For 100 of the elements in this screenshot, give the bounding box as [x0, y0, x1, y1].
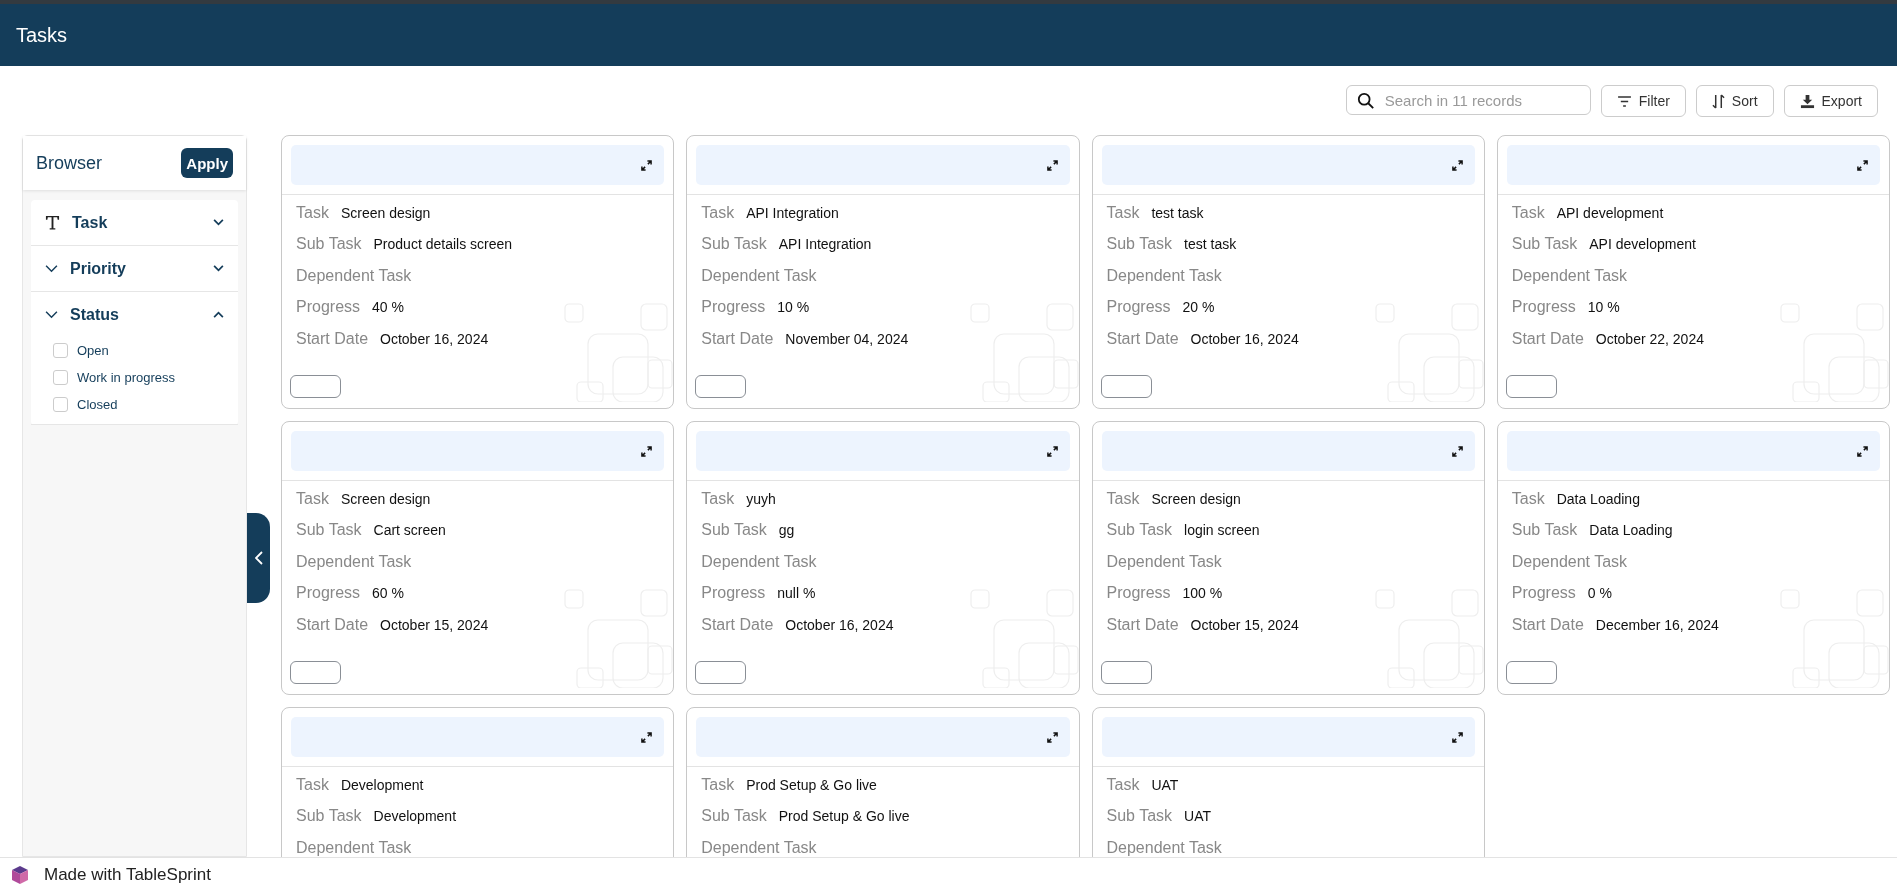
field-label: Dependent Task: [296, 552, 412, 571]
field-value: yuyh: [746, 490, 776, 507]
field-label: Dependent Task: [1106, 266, 1222, 285]
collapse-panel-button[interactable]: [247, 513, 270, 603]
field-label: Dependent Task: [1106, 838, 1222, 857]
field-label: Sub Task: [1106, 235, 1173, 254]
field-label: Start Date: [1106, 329, 1179, 348]
field-value: October 15, 2024: [380, 616, 489, 633]
expand-icon[interactable]: [1451, 159, 1463, 171]
field-value: 10 %: [1587, 299, 1620, 316]
field-value: gg: [778, 522, 795, 539]
checkbox[interactable]: [53, 370, 68, 385]
panel-title: Browser: [36, 152, 102, 174]
field-label: Progress: [1511, 298, 1576, 317]
field-label: Dependent Task: [1511, 266, 1628, 285]
field-label: Dependent Task: [296, 266, 412, 285]
field-label: Sub Task: [296, 807, 362, 826]
card-button[interactable]: [695, 375, 747, 398]
caret-up-icon: [213, 311, 224, 318]
field-label: Progress: [296, 298, 361, 317]
field-label: Task: [1511, 203, 1545, 222]
page-title: Tasks: [16, 23, 68, 47]
field-label: Start Date: [701, 329, 774, 348]
card-button[interactable]: [1100, 375, 1152, 398]
export-button[interactable]: Export: [1783, 85, 1878, 117]
field-label: Task: [1511, 489, 1545, 508]
field-label: Progress: [1106, 298, 1171, 317]
field-label: Start Date: [296, 615, 369, 634]
field-value: null %: [777, 585, 816, 602]
expand-icon[interactable]: [1857, 159, 1868, 171]
field-label: Sub Task: [701, 521, 767, 540]
field-label: Dependent Task: [701, 838, 817, 857]
field-label: Sub Task: [296, 521, 362, 540]
filter-button[interactable]: Filter: [1600, 85, 1686, 117]
field-value: API development: [1556, 204, 1664, 221]
filter-section-header[interactable]: Status: [31, 292, 238, 337]
field-value: 0 %: [1587, 585, 1612, 602]
search-field[interactable]: Search in 11 records: [1345, 85, 1591, 115]
apply-button[interactable]: Apply: [181, 148, 233, 178]
expand-icon[interactable]: [1451, 445, 1463, 457]
chevron-left-icon: [254, 551, 263, 565]
field-value: UAT: [1184, 808, 1211, 825]
download-icon: [1799, 93, 1815, 109]
field-value: October 16, 2024: [1190, 330, 1299, 347]
expand-icon[interactable]: [641, 445, 653, 457]
field-label: Task: [296, 775, 329, 794]
field-label: Dependent Task: [1106, 552, 1222, 571]
field-label: Dependent Task: [701, 552, 817, 571]
field-value: Development: [373, 808, 457, 825]
expand-icon[interactable]: [641, 731, 653, 743]
field-value: UAT: [1151, 776, 1179, 793]
card-button[interactable]: [1100, 661, 1152, 684]
expand-icon[interactable]: [1451, 731, 1463, 743]
field-label: Start Date: [1511, 329, 1584, 348]
field-value: 60 %: [372, 585, 404, 602]
footer-text: Made with TableSprint: [44, 865, 211, 885]
field-label: Sub Task: [701, 807, 767, 826]
field-label: Dependent Task: [1511, 552, 1628, 571]
field-value: test task: [1151, 204, 1204, 221]
field-value: Screen design: [340, 490, 431, 507]
filter-section-header[interactable]: Priority: [31, 246, 238, 291]
filter-section-header[interactable]: Task: [31, 200, 238, 245]
option-label: Closed: [77, 397, 118, 412]
field-value: API Integration: [746, 204, 839, 221]
card-button[interactable]: [1505, 661, 1557, 684]
expand-icon[interactable]: [641, 159, 653, 171]
checkbox[interactable]: [53, 397, 68, 412]
field-label: Sub Task: [701, 235, 767, 254]
field-value: Prod Setup & Go live: [778, 808, 910, 825]
expand-icon[interactable]: [1046, 731, 1058, 743]
field-value: October 15, 2024: [1190, 616, 1299, 633]
field-value: Screen design: [340, 204, 431, 221]
field-label: Progress: [1511, 584, 1576, 603]
card-button[interactable]: [1505, 375, 1557, 398]
field-label: Progress: [1106, 584, 1171, 603]
field-label: Start Date: [1511, 615, 1584, 634]
field-label: Start Date: [1106, 615, 1179, 634]
field-label: Task: [701, 775, 735, 794]
checkbox[interactable]: [53, 343, 68, 358]
field-label: Start Date: [296, 329, 369, 348]
field-label: Dependent Task: [296, 838, 412, 857]
field-value: Prod Setup & Go live: [746, 776, 877, 793]
card-button[interactable]: [695, 661, 747, 684]
field-label: Progress: [296, 584, 361, 603]
field-label: Start Date: [701, 615, 774, 634]
field-value: Cart screen: [373, 522, 446, 539]
field-label: Sub Task: [1106, 521, 1173, 540]
field-value: Development: [340, 776, 424, 793]
expand-icon[interactable]: [1046, 445, 1058, 457]
card-button[interactable]: [290, 375, 341, 398]
field-value: API Integration: [778, 236, 872, 253]
caret-down-icon: [213, 219, 224, 226]
card-button[interactable]: [290, 661, 341, 684]
field-value: 10 %: [777, 299, 810, 316]
expand-icon[interactable]: [1046, 159, 1058, 171]
field-label: Progress: [701, 298, 766, 317]
field-label: Sub Task: [296, 235, 362, 254]
expand-icon[interactable]: [1857, 445, 1868, 457]
field-label: Progress: [701, 584, 766, 603]
sort-button[interactable]: Sort: [1695, 85, 1774, 117]
